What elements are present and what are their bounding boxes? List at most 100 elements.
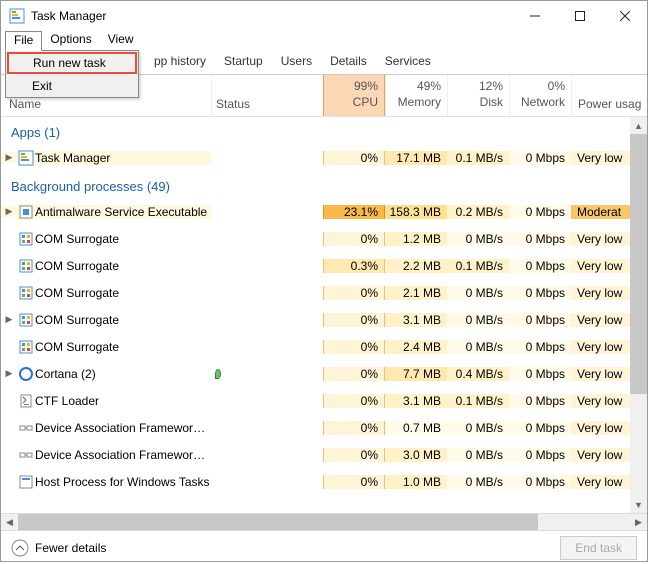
end-task-button[interactable]: End task (560, 536, 637, 560)
expand-toggle[interactable]: ▶ (1, 368, 17, 379)
process-icon (17, 231, 35, 247)
cpu-cell: 0% (323, 475, 385, 489)
memory-cell: 1.2 MB (385, 232, 447, 246)
process-name: Device Association Framework ... (35, 421, 211, 435)
cpu-cell: 0% (323, 232, 385, 246)
expand-toggle[interactable]: ▶ (1, 206, 17, 217)
close-button[interactable] (602, 1, 647, 31)
cpu-label: CPU (353, 95, 378, 109)
process-icon (17, 447, 35, 463)
file-dropdown: Run new task Exit (5, 50, 139, 98)
menu-run-new-task[interactable]: Run new task (7, 52, 137, 74)
process-icon (17, 420, 35, 436)
network-cell: 0 Mbps (509, 340, 571, 354)
disk-cell: 0.2 MB/s (447, 205, 509, 219)
expand-toggle[interactable]: ▶ (1, 152, 17, 163)
scroll-down-arrow[interactable]: ▼ (630, 496, 647, 513)
network-cell: 0 Mbps (509, 367, 571, 381)
disk-cell: 0.4 MB/s (447, 367, 509, 381)
menu-view[interactable]: View (100, 31, 142, 51)
process-row[interactable]: Host Process for Windows Tasks 0% 1.0 MB… (1, 468, 647, 495)
cpu-cell: 0% (323, 151, 385, 165)
process-name: COM Surrogate (35, 232, 211, 246)
process-name: COM Surrogate (35, 340, 211, 354)
scroll-up-arrow[interactable]: ▲ (630, 117, 647, 134)
tab-users[interactable]: Users (272, 51, 321, 74)
process-row[interactable]: CTF Loader 0% 3.1 MB 0.1 MB/s 0 Mbps Ver… (1, 387, 647, 414)
tab-startup[interactable]: Startup (215, 51, 272, 74)
process-name: Host Process for Windows Tasks (35, 475, 211, 489)
cpu-cell: 0% (323, 367, 385, 381)
disk-cell: 0 MB/s (447, 286, 509, 300)
tab-services[interactable]: Services (376, 51, 440, 74)
memory-cell: 2.1 MB (385, 286, 447, 300)
maximize-button[interactable] (557, 1, 602, 31)
tab-details[interactable]: Details (321, 51, 376, 74)
scroll-right-arrow[interactable]: ▶ (630, 514, 647, 530)
process-icon (17, 150, 35, 166)
horizontal-scrollbar[interactable]: ◀ ▶ (1, 513, 647, 530)
process-row[interactable]: ▶ Antimalware Service Executable 23.1% 1… (1, 198, 647, 225)
disk-pct: 12% (448, 79, 503, 93)
process-icon (17, 339, 35, 355)
footer: Fewer details End task (1, 530, 647, 564)
network-cell: 0 Mbps (509, 394, 571, 408)
scroll-left-arrow[interactable]: ◀ (1, 514, 18, 530)
memory-cell: 3.0 MB (385, 448, 447, 462)
disk-cell: 0 MB/s (447, 448, 509, 462)
process-row[interactable]: ▶ Task Manager 0% 17.1 MB 0.1 MB/s 0 Mbp… (1, 144, 647, 171)
menu-exit[interactable]: Exit (6, 75, 138, 97)
network-cell: 0 Mbps (509, 259, 571, 273)
process-name: COM Surrogate (35, 259, 211, 273)
process-row[interactable]: ▶ Cortana (2) 0% 7.7 MB 0.4 MB/s 0 Mbps … (1, 360, 647, 387)
net-label: Network (521, 95, 565, 109)
menu-options[interactable]: Options (42, 31, 99, 51)
col-network[interactable]: 0% Network (509, 75, 571, 116)
col-power[interactable]: Power usag (571, 75, 647, 116)
process-name: Device Association Framework ... (35, 448, 211, 462)
process-row[interactable]: COM Surrogate 0.3% 2.2 MB 0.1 MB/s 0 Mbp… (1, 252, 647, 279)
disk-cell: 0 MB/s (447, 475, 509, 489)
menu-file[interactable]: File (5, 31, 42, 51)
mem-label: Memory (398, 95, 441, 109)
network-cell: 0 Mbps (509, 205, 571, 219)
col-status[interactable]: Status (211, 75, 323, 116)
col-memory[interactable]: 49% Memory (385, 75, 447, 116)
network-cell: 0 Mbps (509, 475, 571, 489)
col-cpu[interactable]: 99%CPU (323, 75, 385, 116)
process-row[interactable]: ▶ COM Surrogate 0% 3.1 MB 0 MB/s 0 Mbps … (1, 306, 647, 333)
group-header-apps[interactable]: Apps (1) (1, 117, 647, 144)
fewer-details-label: Fewer details (35, 541, 106, 555)
disk-cell: 0 MB/s (447, 421, 509, 435)
process-icon (17, 393, 35, 409)
hscroll-thumb[interactable] (18, 514, 538, 530)
expand-toggle[interactable]: ▶ (1, 314, 17, 325)
memory-cell: 3.1 MB (385, 394, 447, 408)
process-row[interactable]: Device Association Framework ... 0% 0.7 … (1, 414, 647, 441)
network-cell: 0 Mbps (509, 151, 571, 165)
process-row[interactable]: Device Association Framework ... 0% 3.0 … (1, 441, 647, 468)
disk-cell: 0.1 MB/s (447, 151, 509, 165)
col-disk[interactable]: 12%Disk (447, 75, 509, 116)
process-row[interactable]: COM Surrogate 0% 2.4 MB 0 MB/s 0 Mbps Ve… (1, 333, 647, 360)
process-row[interactable]: COM Surrogate 0% 2.1 MB 0 MB/s 0 Mbps Ve… (1, 279, 647, 306)
fewer-details-button[interactable]: Fewer details (11, 539, 106, 557)
tab-app-history[interactable]: pp history (145, 51, 215, 74)
net-pct: 0% (510, 79, 565, 93)
memory-cell: 1.0 MB (385, 475, 447, 489)
disk-cell: 0 MB/s (447, 313, 509, 327)
process-icon (17, 285, 35, 301)
vertical-scrollbar[interactable]: ▲ ▼ (630, 117, 647, 513)
process-row[interactable]: COM Surrogate 0% 1.2 MB 0 MB/s 0 Mbps Ve… (1, 225, 647, 252)
process-name: COM Surrogate (35, 286, 211, 300)
group-header-bg[interactable]: Background processes (49) (1, 171, 647, 198)
memory-cell: 158.3 MB (385, 205, 447, 219)
mem-pct: 49% (386, 79, 441, 93)
network-cell: 0 Mbps (509, 313, 571, 327)
scroll-thumb[interactable] (630, 134, 647, 394)
minimize-button[interactable] (512, 1, 557, 31)
memory-cell: 17.1 MB (385, 151, 447, 165)
process-name: Antimalware Service Executable (35, 205, 211, 219)
memory-cell: 0.7 MB (385, 421, 447, 435)
cpu-cell: 0% (323, 313, 385, 327)
